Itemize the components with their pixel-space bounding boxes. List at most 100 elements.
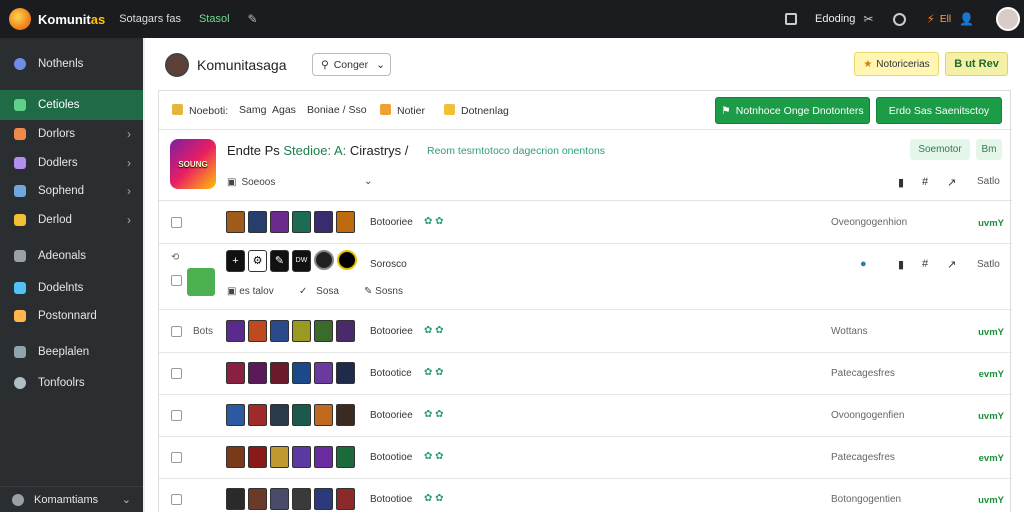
row-meta[interactable]: ✎ Sosns <box>364 286 403 297</box>
thumbnail[interactable] <box>336 362 355 384</box>
sidebar-item-2[interactable]: Cetioles <box>0 90 143 120</box>
filter-item[interactable]: Dotnenlag <box>444 104 509 117</box>
thumbnail[interactable] <box>292 488 311 510</box>
thumbnail[interactable] <box>248 362 267 384</box>
bookmark-icon[interactable]: ▮ <box>898 176 904 189</box>
user-icon[interactable]: 👤 <box>959 12 974 26</box>
action-label[interactable]: Satlo <box>977 259 1000 270</box>
filter-item[interactable]: Noeboti: <box>172 104 228 117</box>
featured-control[interactable]: ▣ Soeoos <box>227 177 275 188</box>
category-dropdown[interactable]: ⚲ Conger ⌄ <box>312 53 391 76</box>
thumbnail[interactable] <box>336 488 355 510</box>
top-nav-item[interactable]: Sotagars fas <box>119 13 181 25</box>
add-icon[interactable]: + <box>226 250 245 272</box>
thumbnail[interactable] <box>248 211 267 233</box>
thumbnail[interactable] <box>292 362 311 384</box>
clock-icon[interactable] <box>893 12 907 26</box>
sidebar-item-1[interactable]: Nothenls <box>0 50 143 78</box>
action-label[interactable]: Satlo <box>977 176 1000 187</box>
row-meta[interactable]: ✓ Sosa <box>299 286 339 297</box>
thumbnail[interactable] <box>314 404 333 426</box>
tools-icon[interactable]: ✂ <box>863 12 873 26</box>
wrench-icon[interactable]: ✎ <box>270 250 289 272</box>
edit-label[interactable]: Edoding <box>815 13 855 25</box>
info-icon[interactable]: ● <box>860 258 867 270</box>
table-row[interactable]: Botootice ✿ ✿ Patecagesfres evmY <box>159 353 1012 395</box>
thumbnail[interactable] <box>292 446 311 468</box>
community-switcher[interactable]: Komamtiams ⌄ <box>0 486 143 512</box>
app-logo[interactable] <box>9 8 31 30</box>
chevron-down-icon[interactable]: ⌄ <box>364 176 372 187</box>
screen-icon[interactable] <box>785 13 798 25</box>
notification-icon[interactable]: ⚡ <box>926 12 934 26</box>
sidebar-item-7[interactable]: Adeonals <box>0 242 143 270</box>
thumbnail[interactable] <box>226 446 245 468</box>
thumbnail[interactable] <box>292 211 311 233</box>
thumbnail[interactable] <box>314 211 333 233</box>
thumbnail[interactable] <box>270 320 289 342</box>
refresh-icon[interactable]: ⟲ <box>171 252 179 263</box>
row-checkbox[interactable] <box>171 452 182 463</box>
thumbnail[interactable] <box>336 211 355 233</box>
status-pill[interactable]: Bm <box>976 139 1002 160</box>
thumbnail[interactable] <box>270 488 289 510</box>
thumbnail[interactable] <box>314 320 333 342</box>
share-icon[interactable]: ↗ <box>947 176 956 189</box>
thumbnail[interactable] <box>270 404 289 426</box>
thumbnail[interactable] <box>226 362 245 384</box>
new-button[interactable]: B ut Rev <box>945 52 1008 76</box>
status-pill[interactable]: Soemotor <box>910 139 970 160</box>
target-icon[interactable] <box>337 250 357 270</box>
table-row[interactable]: Bots Botooriee ✿ ✿ Wottans uvmY <box>159 311 1012 353</box>
thumbnail[interactable] <box>270 211 289 233</box>
thumbnail[interactable] <box>248 446 267 468</box>
thumbnail[interactable] <box>292 320 311 342</box>
notifications-button[interactable]: ★ Notoricerias <box>854 52 939 76</box>
settings-icon[interactable]: ⚙ <box>248 250 267 272</box>
sidebar-item-9[interactable]: Postonnard <box>0 302 143 330</box>
top-nav-item-active[interactable]: Stasol <box>199 13 230 25</box>
pin-icon[interactable]: ✎ <box>248 12 258 26</box>
sidebar-item-11[interactable]: Tonfoolrs <box>0 369 143 397</box>
thumbnail[interactable] <box>314 488 333 510</box>
row-checkbox[interactable] <box>171 494 182 505</box>
sidebar-item-5[interactable]: Sophend › <box>0 177 143 205</box>
sidebar-item-4[interactable]: Dodlers › <box>0 149 143 177</box>
thumbnail[interactable] <box>226 488 245 510</box>
thumbnail[interactable] <box>226 404 245 426</box>
thumbnail[interactable] <box>270 446 289 468</box>
thumbnail[interactable] <box>314 362 333 384</box>
row-checkbox[interactable] <box>171 410 182 421</box>
featured-item[interactable]: SOUNG Endte Ps Stedioe: A: Cirastrys / R… <box>159 131 1012 201</box>
row-meta[interactable]: ▣ es talov <box>227 286 274 297</box>
thumbnail[interactable] <box>248 488 267 510</box>
sidebar-item-6[interactable]: Derlod › <box>0 206 143 234</box>
label-icon[interactable]: DW <box>292 250 311 272</box>
share-button[interactable]: Erdo Sas Saenitsctoy <box>876 97 1002 124</box>
thumbnail[interactable] <box>248 404 267 426</box>
table-row[interactable]: Botooriee ✿ ✿ Oveongogenhion uvmY <box>159 202 1012 244</box>
app-brand[interactable]: Komunitas <box>38 12 105 27</box>
row-checkbox[interactable] <box>171 275 182 286</box>
thumbnail[interactable] <box>248 320 267 342</box>
avatar[interactable] <box>165 53 189 77</box>
sidebar-item-3[interactable]: Dorlors › <box>0 120 143 148</box>
sidebar-item-8[interactable]: Dodelnts <box>0 274 143 302</box>
hash-icon[interactable]: # <box>922 258 928 270</box>
filter-item[interactable]: Notier <box>380 104 425 117</box>
thumbnail[interactable] <box>336 404 355 426</box>
table-row[interactable]: Botooriee ✿ ✿ Ovoongogenfien uvmY <box>159 395 1012 437</box>
share-icon[interactable]: ↗ <box>947 258 956 271</box>
thumbnail[interactable] <box>336 320 355 342</box>
row-checkbox[interactable] <box>171 217 182 228</box>
row-checkbox[interactable] <box>171 368 182 379</box>
row-checkbox[interactable] <box>171 326 182 337</box>
thumbnail[interactable] <box>336 446 355 468</box>
thumbnail[interactable] <box>226 211 245 233</box>
record-icon[interactable] <box>314 250 334 270</box>
sort-button[interactable]: ⚑ Notnhoce Onge Dnotonters <box>715 97 870 124</box>
sidebar-item-10[interactable]: Beeplalen <box>0 338 143 366</box>
table-row[interactable]: Botootioe ✿ ✿ Patecagesfres evmY <box>159 437 1012 479</box>
filter-item[interactable]: Agas <box>272 104 296 116</box>
thumbnail[interactable] <box>270 362 289 384</box>
